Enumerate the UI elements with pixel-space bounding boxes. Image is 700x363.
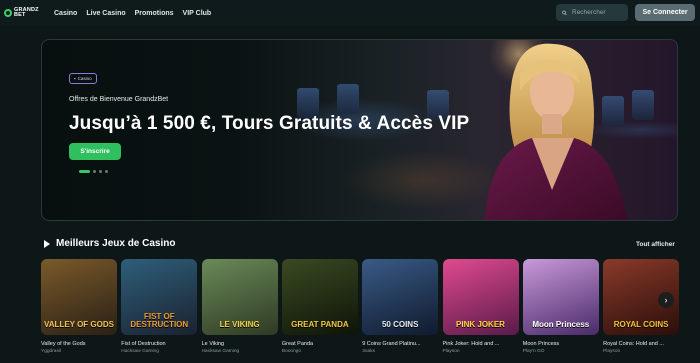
game-thumbnail[interactable]: PINK JOKER bbox=[442, 259, 519, 335]
game-art: 50 COINS bbox=[362, 259, 439, 335]
game-art: LE VIKING bbox=[201, 259, 278, 335]
game-provider: Booongo bbox=[281, 349, 302, 354]
game-thumbnail[interactable]: VALLEY OF GODS bbox=[41, 259, 117, 335]
logo-mark-icon bbox=[4, 9, 12, 17]
game-card[interactable]: FIST OF DESTRUCTION Fist of Destruction Ha… bbox=[121, 259, 198, 354]
games-carousel: VALLEY OF GODS Valley of the Gods Yggdrasi… bbox=[41, 259, 700, 363]
nav-vip-club[interactable]: VIP Club bbox=[183, 10, 212, 17]
game-card[interactable]: PINK JOKER Pink Joker: Hold and ... Playso… bbox=[442, 259, 519, 354]
game-thumbnail[interactable]: GREAT PANDA bbox=[281, 259, 358, 335]
game-title: Pink Joker: Hold and ... bbox=[442, 341, 500, 347]
game-title: Fist of Destruction bbox=[121, 341, 166, 347]
login-button[interactable]: Se Connecter bbox=[635, 4, 695, 21]
carousel-dot-active[interactable] bbox=[79, 170, 90, 173]
game-title: Moon Princess bbox=[522, 341, 560, 347]
hero-model-image bbox=[484, 43, 628, 220]
section-title: Meilleurs Jeux de Casino bbox=[56, 238, 176, 249]
game-art-title: LE VIKING bbox=[219, 320, 260, 329]
next-arrow-icon[interactable]: › bbox=[658, 292, 674, 308]
category-badge: ▪ Casino bbox=[69, 73, 97, 84]
carousel-dot[interactable] bbox=[93, 170, 96, 173]
game-art-title: PINK JOKER bbox=[456, 320, 505, 329]
game-card[interactable]: LE VIKING Le Viking Hacksaw Gaming bbox=[201, 259, 278, 354]
game-thumbnail[interactable]: 50 COINS bbox=[362, 259, 439, 335]
game-title: Royal Coins: Hold and ... bbox=[603, 341, 664, 347]
logo-text: GRANDZ BET bbox=[14, 6, 39, 18]
nav-promotions[interactable]: Promotions bbox=[135, 10, 174, 17]
game-provider: Playson bbox=[603, 349, 621, 354]
game-thumbnail[interactable]: LE VIKING bbox=[201, 259, 278, 335]
game-title: Le Viking bbox=[201, 341, 225, 347]
game-card[interactable]: Moon Princess Moon Princess Play'n GO bbox=[522, 259, 599, 354]
hero-banner[interactable]: ▪ Casino Offres de Bienvenue GrandzBet J… bbox=[41, 39, 678, 221]
search-input[interactable] bbox=[572, 9, 628, 16]
signup-button[interactable]: S'inscrire bbox=[69, 143, 121, 160]
game-card[interactable]: 50 COINS 9 Coins Grand Platinu... 3oaks bbox=[362, 259, 439, 354]
search-box[interactable] bbox=[556, 4, 628, 21]
game-provider: Hacksaw Gaming bbox=[201, 349, 240, 354]
casino-chip-icon: ▪ bbox=[74, 76, 76, 81]
brand-logo[interactable]: GRANDZ BET bbox=[4, 6, 48, 19]
game-title: Great Panda bbox=[281, 341, 314, 347]
game-art-title: GREAT PANDA bbox=[291, 320, 349, 329]
section-header: Meilleurs Jeux de Casino bbox=[44, 238, 176, 249]
game-provider: Play'n GO bbox=[522, 349, 545, 354]
game-art-title: 50 COINS bbox=[381, 320, 419, 329]
game-art: FIST OF DESTRUCTION bbox=[121, 259, 198, 335]
nav-casino[interactable]: Casino bbox=[54, 10, 77, 17]
see-all-link[interactable]: Tout afficher bbox=[636, 241, 675, 248]
search-icon bbox=[562, 10, 567, 15]
game-title: 9 Coins Grand Platinu... bbox=[362, 341, 421, 347]
top-navigation-bar: GRANDZ BET Casino Live Casino Promotions… bbox=[0, 0, 700, 26]
game-art-title: FIST OF DESTRUCTION bbox=[130, 312, 189, 329]
game-art-title: Moon Princess bbox=[532, 320, 590, 329]
game-title: Valley of the Gods bbox=[41, 341, 86, 347]
play-icon bbox=[44, 239, 50, 248]
game-card[interactable]: VALLEY OF GODS Valley of the Gods Yggdrasi… bbox=[41, 259, 117, 354]
carousel-indicators bbox=[79, 170, 108, 173]
game-thumbnail[interactable]: FIST OF DESTRUCTION bbox=[121, 259, 198, 335]
nav-live-casino[interactable]: Live Casino bbox=[86, 10, 125, 17]
game-provider: Hacksaw Gaming bbox=[121, 349, 159, 354]
game-art-title: ROYAL COINS bbox=[613, 320, 669, 329]
game-art: GREAT PANDA bbox=[281, 259, 358, 335]
hero-title: Jusqu’à 1 500 €, Tours Gratuits & Accès … bbox=[69, 113, 470, 134]
game-provider: 3oaks bbox=[362, 349, 375, 354]
game-card[interactable]: GREAT PANDA Great Panda Booongo bbox=[281, 259, 358, 354]
game-provider: Yggdrasil bbox=[41, 349, 61, 354]
game-art-title: VALLEY OF GODS bbox=[44, 320, 114, 329]
slot-machine-graphic bbox=[337, 84, 359, 114]
carousel-dot[interactable] bbox=[99, 170, 102, 173]
carousel-dot[interactable] bbox=[105, 170, 108, 173]
hero-subtitle: Offres de Bienvenue GrandzBet bbox=[69, 96, 169, 103]
game-thumbnail[interactable]: Moon Princess bbox=[522, 259, 599, 335]
main-nav: Casino Live Casino Promotions VIP Club bbox=[54, 10, 211, 17]
game-art: VALLEY OF GODS bbox=[41, 259, 117, 335]
game-art: Moon Princess bbox=[522, 259, 599, 335]
game-provider: Playson bbox=[442, 349, 460, 354]
game-art: PINK JOKER bbox=[442, 259, 519, 335]
